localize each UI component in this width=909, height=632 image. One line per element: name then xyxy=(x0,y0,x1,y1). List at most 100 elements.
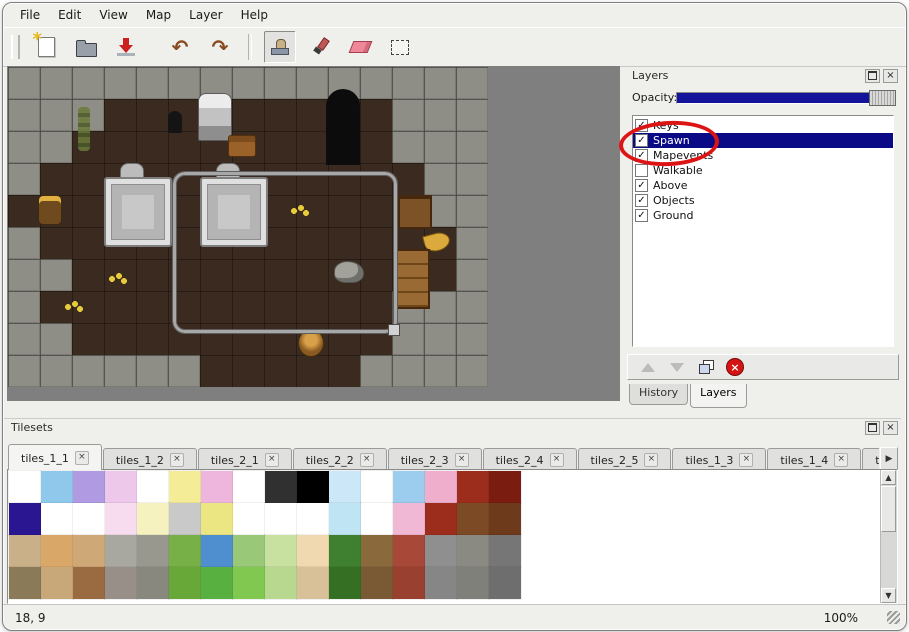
new-file-button[interactable] xyxy=(30,31,62,63)
tileset-tile[interactable] xyxy=(9,567,41,599)
tileset-tile[interactable] xyxy=(489,567,521,599)
tileset-tile[interactable] xyxy=(297,471,329,503)
tileset-tile[interactable] xyxy=(41,503,73,535)
tileset-tile[interactable] xyxy=(73,567,105,599)
selection-rectangle[interactable] xyxy=(173,172,397,333)
tileset-tile[interactable] xyxy=(201,471,233,503)
tileset-tile[interactable] xyxy=(169,471,201,503)
save-button[interactable] xyxy=(110,31,142,63)
tileset-tile[interactable] xyxy=(425,535,457,567)
menu-help[interactable]: Help xyxy=(232,5,277,25)
tab-close-icon[interactable] xyxy=(360,453,374,467)
tileset-tile[interactable] xyxy=(297,567,329,599)
tileset-tile[interactable] xyxy=(233,535,265,567)
tab-tiles_2_5[interactable]: tiles_2_5 xyxy=(578,448,672,471)
tileset-tile[interactable] xyxy=(393,503,425,535)
tileset-tile[interactable] xyxy=(105,503,137,535)
layer-row-keys[interactable]: Keys xyxy=(633,118,893,133)
tileset-tile[interactable] xyxy=(329,535,361,567)
tileset-tile[interactable] xyxy=(41,535,73,567)
tileset-tile[interactable] xyxy=(425,471,457,503)
float-tilesets-button[interactable] xyxy=(865,421,880,435)
move-layer-down-button[interactable] xyxy=(665,357,689,377)
layer-checkbox[interactable] xyxy=(635,134,648,147)
tileset-tile[interactable] xyxy=(41,471,73,503)
tileset-tile[interactable] xyxy=(265,471,297,503)
tab-tiles_1_4[interactable]: tiles_1_4 xyxy=(767,448,861,471)
tileset-tile[interactable] xyxy=(137,503,169,535)
tileset-tile[interactable] xyxy=(393,567,425,599)
tileset-tile[interactable] xyxy=(73,503,105,535)
tileset-tile[interactable] xyxy=(297,503,329,535)
tileset-tile[interactable] xyxy=(425,567,457,599)
tileset-tile[interactable] xyxy=(393,535,425,567)
brush-tool-button[interactable] xyxy=(304,31,336,63)
selection-resize-handle[interactable] xyxy=(388,324,400,336)
tileset-tile[interactable] xyxy=(329,471,361,503)
layer-checkbox[interactable] xyxy=(635,194,648,207)
tileset-tile[interactable] xyxy=(9,535,41,567)
tab-close-icon[interactable] xyxy=(644,453,658,467)
tab-tiles_2_4[interactable]: tiles_2_4 xyxy=(483,448,577,471)
tileset-tile[interactable] xyxy=(9,471,41,503)
tileset-tile[interactable] xyxy=(393,471,425,503)
layer-checkbox[interactable] xyxy=(635,164,648,177)
tab-tiles_1_3[interactable]: tiles_1_3 xyxy=(672,448,766,471)
map-canvas[interactable] xyxy=(8,67,488,387)
resize-grip[interactable] xyxy=(887,611,900,624)
tab-close-icon[interactable] xyxy=(75,451,89,465)
close-panel-button[interactable] xyxy=(883,69,898,83)
layer-checkbox[interactable] xyxy=(635,119,648,132)
tab-tiles_2_3[interactable]: tiles_2_3 xyxy=(388,448,482,471)
tileset-tile[interactable] xyxy=(489,535,521,567)
layer-checkbox[interactable] xyxy=(635,179,648,192)
tab-tiles_2_2[interactable]: tiles_2_2 xyxy=(293,448,387,471)
tileset-tile[interactable] xyxy=(73,535,105,567)
tileset-tile[interactable] xyxy=(489,471,521,503)
move-layer-up-button[interactable] xyxy=(636,357,660,377)
tab-tiles_1_2[interactable]: tiles_1_2 xyxy=(103,448,197,471)
tab-close-icon[interactable] xyxy=(170,453,184,467)
tileset-tile[interactable] xyxy=(105,567,137,599)
tileset-tile[interactable] xyxy=(425,503,457,535)
tileset-tile[interactable] xyxy=(201,503,233,535)
tab-history[interactable]: History xyxy=(629,384,688,405)
menu-file[interactable]: File xyxy=(11,5,49,25)
tileset-tile[interactable] xyxy=(457,503,489,535)
tileset-tile[interactable] xyxy=(137,471,169,503)
tileset-tile[interactable] xyxy=(457,535,489,567)
layer-row-above[interactable]: Above xyxy=(633,178,893,193)
map-viewport[interactable] xyxy=(7,66,620,401)
tileset-tile[interactable] xyxy=(361,535,393,567)
tileset-scrollbar[interactable] xyxy=(880,470,897,603)
menu-map[interactable]: Map xyxy=(137,5,180,25)
close-tilesets-button[interactable] xyxy=(883,421,898,435)
scroll-down-button[interactable] xyxy=(881,588,896,603)
opacity-slider[interactable] xyxy=(676,92,896,104)
tileset-tile[interactable] xyxy=(297,535,329,567)
tileset-tile[interactable] xyxy=(265,503,297,535)
tileset-tile[interactable] xyxy=(329,503,361,535)
tab-tiles_2_1[interactable]: tiles_2_1 xyxy=(198,448,292,471)
redo-button[interactable] xyxy=(204,31,236,63)
tileset-tile[interactable] xyxy=(265,535,297,567)
tab-layers[interactable]: Layers xyxy=(690,384,746,408)
tileset-tile[interactable] xyxy=(233,567,265,599)
tab-close-icon[interactable] xyxy=(455,453,469,467)
tab-close-icon[interactable] xyxy=(834,453,848,467)
tileset-tile[interactable] xyxy=(489,503,521,535)
tileset-tile[interactable] xyxy=(201,535,233,567)
duplicate-layer-button[interactable] xyxy=(694,357,718,377)
tileset-tile[interactable] xyxy=(9,503,41,535)
tileset-tile[interactable] xyxy=(457,471,489,503)
scrollbar-thumb[interactable] xyxy=(881,486,896,532)
tab-close-icon[interactable] xyxy=(739,453,753,467)
menu-layer[interactable]: Layer xyxy=(180,5,231,25)
float-panel-button[interactable] xyxy=(865,69,880,83)
tab-scroll-right-button[interactable] xyxy=(880,447,898,471)
select-tool-button[interactable] xyxy=(384,31,416,63)
layer-row-ground[interactable]: Ground xyxy=(633,208,893,223)
tileset-tile[interactable] xyxy=(105,471,137,503)
tileset-tile[interactable] xyxy=(265,567,297,599)
tileset-tile[interactable] xyxy=(233,503,265,535)
